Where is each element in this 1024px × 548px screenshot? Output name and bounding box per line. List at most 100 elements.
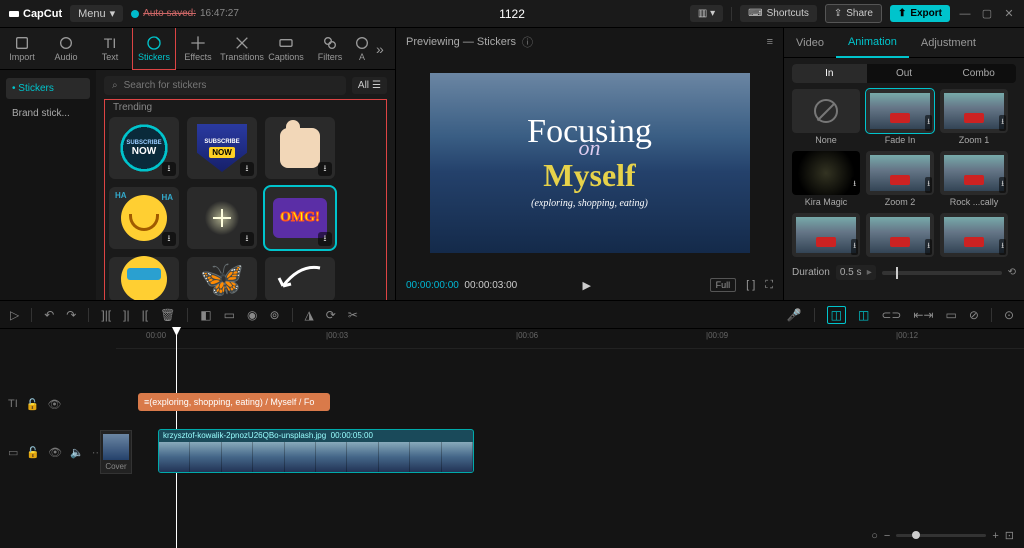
download-icon[interactable]: ⭳	[318, 162, 332, 176]
sticker-butterfly[interactable]: 🦋	[187, 257, 257, 300]
zoom-slider[interactable]	[896, 534, 986, 537]
tool-redo[interactable]: ↷	[66, 308, 76, 322]
tool-mirror[interactable]: ◮	[305, 308, 314, 322]
tool-magnet-1[interactable]: ◫	[827, 306, 846, 324]
zoom-fit-icon[interactable]: ⊡	[1005, 529, 1014, 542]
video-clip[interactable]: krzysztof-kowalik-2pnozU26QBo-unsplash.j…	[158, 429, 474, 473]
sticker-cool-emoji[interactable]	[109, 257, 179, 300]
anim-extra-3[interactable]: ⭳	[940, 213, 1008, 257]
download-icon[interactable]: ⭳	[999, 239, 1006, 255]
tool-undo[interactable]: ↶	[44, 308, 54, 322]
download-icon[interactable]: ⭳	[999, 115, 1006, 131]
tab-video[interactable]: Video	[784, 28, 836, 58]
download-icon[interactable]: ⭳	[318, 232, 332, 246]
download-icon[interactable]: ⭳	[240, 232, 254, 246]
sticker-sparkle[interactable]: ⭳	[187, 187, 257, 249]
zoom-out-icon[interactable]: ○	[871, 530, 878, 542]
download-icon[interactable]: ⭳	[240, 162, 254, 176]
preview-viewport[interactable]: Focusing on Myself (exploring, shopping,…	[396, 56, 783, 270]
tab-adjustment-partial[interactable]: A	[352, 28, 372, 70]
anim-fade-in[interactable]: ⭳Fade In	[866, 89, 934, 145]
tool-crop[interactable]: ✂	[348, 308, 358, 322]
anim-extra-1[interactable]: ⭳	[792, 213, 860, 257]
tabs-more-icon[interactable]: »	[372, 41, 388, 57]
duration-slider[interactable]	[882, 271, 1002, 275]
download-icon[interactable]: ⭳	[925, 239, 932, 255]
zoom-minus[interactable]: −	[884, 530, 890, 542]
download-icon[interactable]: ⭳	[925, 177, 932, 193]
tab-captions[interactable]: Captions	[264, 28, 308, 70]
tab-transitions[interactable]: Transitions	[220, 28, 264, 70]
tool-select[interactable]: ▷	[10, 308, 19, 322]
tool-preview-mode[interactable]: ▭	[946, 308, 957, 322]
tool-mic[interactable]: 🎤	[787, 308, 802, 322]
preview-expand-icon[interactable]: ⛶	[765, 279, 773, 292]
category-stickers[interactable]: • Stickers	[6, 78, 90, 99]
tool-trim-right[interactable]: |[	[142, 308, 148, 322]
anim-zoom-2[interactable]: ⭳Zoom 2	[866, 151, 934, 207]
tab-audio[interactable]: Audio	[44, 28, 88, 70]
tool-mark1[interactable]: ◧	[200, 308, 211, 322]
anim-extra-2[interactable]: ⭳	[866, 213, 934, 257]
download-icon[interactable]: ⭳	[851, 177, 858, 193]
play-button[interactable]: ▶	[583, 279, 591, 292]
window-close[interactable]: ✕	[1002, 7, 1016, 20]
tool-trim-left[interactable]: ]|	[123, 308, 129, 322]
anim-tab-combo[interactable]: Combo	[941, 64, 1016, 83]
preview-menu-icon[interactable]: ≡	[767, 36, 773, 48]
tab-stickers[interactable]: Stickers	[132, 28, 176, 70]
preview-ratio-icon[interactable]: [ ]	[746, 279, 755, 291]
track-mute-icon[interactable]: 🔈	[70, 446, 84, 459]
track-visibility-icon[interactable]: 👁	[47, 398, 61, 411]
sticker-subscribe-now-shield[interactable]: SUBSCRIBENOW⭳	[187, 117, 257, 179]
anim-zoom-1[interactable]: ⭳Zoom 1	[940, 89, 1008, 145]
zoom-plus[interactable]: +	[992, 530, 998, 542]
tool-record[interactable]: ◉	[247, 308, 257, 322]
download-icon[interactable]: ⭳	[925, 115, 932, 131]
tab-adjustment[interactable]: Adjustment	[909, 28, 988, 58]
tool-split[interactable]: ]|[	[101, 308, 111, 322]
tool-mark2[interactable]: ▭	[224, 308, 235, 322]
sticker-search-input[interactable]: ⌕ Search for stickers	[104, 76, 346, 95]
window-maximize[interactable]: ▢	[980, 7, 994, 20]
tab-animation[interactable]: Animation	[836, 28, 909, 58]
tool-rotate[interactable]: ⟳	[326, 308, 336, 322]
export-button[interactable]: ⬆ Export	[890, 5, 950, 22]
download-icon[interactable]: ⭳	[162, 232, 176, 246]
duration-field[interactable]: 0.5 s▸	[836, 265, 876, 280]
tool-delete[interactable]: 🗑	[160, 308, 175, 322]
layout-selector[interactable]: ▥ ▾	[690, 5, 723, 22]
track-lock-icon[interactable]: 🔓	[26, 446, 40, 459]
preview-full-button[interactable]: Full	[710, 278, 737, 292]
tool-magnet-2[interactable]: ◫	[858, 308, 869, 322]
tool-toggle[interactable]: ⊘	[969, 308, 979, 322]
menu-button[interactable]: Menu▾	[70, 5, 123, 22]
anim-none[interactable]: None	[792, 89, 860, 145]
tab-effects[interactable]: Effects	[176, 28, 220, 70]
shortcuts-button[interactable]: ⌨ Shortcuts	[740, 5, 817, 22]
tool-link[interactable]: ⊂⊃	[881, 308, 901, 322]
share-button[interactable]: ⇪ Share	[825, 4, 882, 23]
sticker-haha-emoji[interactable]: HAHA⭳	[109, 187, 179, 249]
category-brand-stickers[interactable]: Brand stick...	[6, 103, 90, 124]
sticker-subscribe-now-badge[interactable]: SUBSCRIBENOW⭳	[109, 117, 179, 179]
track-lock-icon[interactable]: 🔓	[26, 398, 40, 411]
anim-rock[interactable]: ⭳Rock ...cally	[940, 151, 1008, 207]
sticker-thumbs-up[interactable]: ⭳	[265, 117, 335, 179]
timeline-ruler[interactable]: 00:00 |00:03 |00:06 |00:09 |00:12	[116, 329, 1024, 349]
tab-text[interactable]: TIText	[88, 28, 132, 70]
download-icon[interactable]: ⭳	[999, 177, 1006, 193]
tool-speed[interactable]: ⊚	[269, 308, 279, 322]
tab-filters[interactable]: Filters	[308, 28, 352, 70]
track-visibility-icon[interactable]: 👁	[48, 446, 62, 459]
anim-kira-magic[interactable]: ⭳Kira Magic	[792, 151, 860, 207]
sticker-omg[interactable]: OMG!⭳	[265, 187, 335, 249]
download-icon[interactable]: ⭳	[162, 162, 176, 176]
cover-button[interactable]: Cover	[100, 430, 132, 474]
info-icon[interactable]: ⓘ	[522, 34, 533, 50]
tool-settings[interactable]: ⊙	[1004, 308, 1014, 322]
duration-reset-icon[interactable]: ⟲	[1008, 267, 1016, 278]
tool-snap[interactable]: ⇤⇥	[913, 308, 933, 322]
anim-tab-in[interactable]: In	[792, 64, 867, 83]
download-icon[interactable]: ⭳	[851, 239, 858, 255]
